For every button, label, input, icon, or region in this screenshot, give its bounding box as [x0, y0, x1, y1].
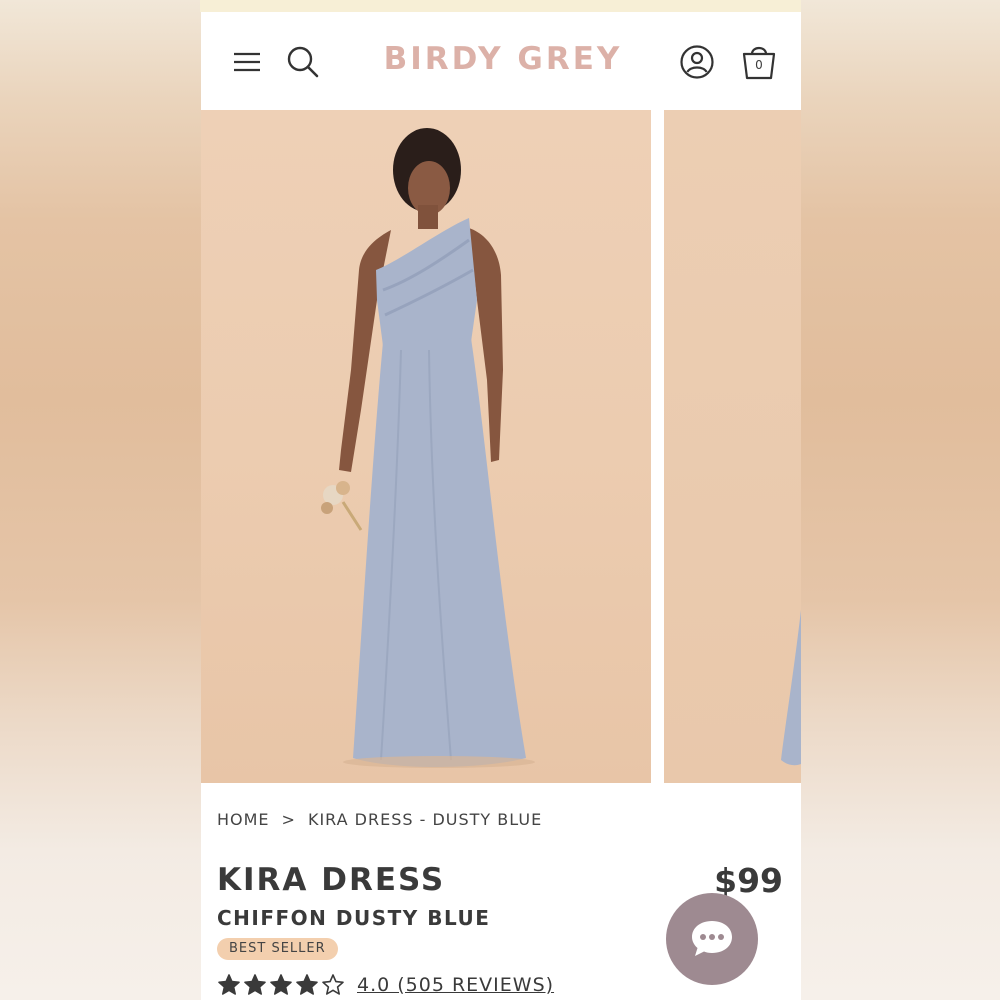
product-photo-main[interactable]: [201, 110, 651, 783]
cart-count: 0: [755, 58, 763, 72]
star-filled-icon: [296, 974, 318, 995]
best-seller-badge: BEST SELLER: [217, 938, 338, 960]
product-gallery[interactable]: [201, 110, 801, 783]
breadcrumb: HOME > KIRA DRESS - DUSTY BLUE: [217, 810, 542, 829]
product-photo-next[interactable]: [664, 110, 801, 783]
search-icon[interactable]: [285, 44, 321, 80]
breadcrumb-home[interactable]: HOME: [217, 810, 270, 829]
product-title: KIRA DRESS: [217, 862, 446, 898]
product-subtitle: CHIFFON DUSTY BLUE: [217, 906, 491, 930]
menu-icon[interactable]: [231, 46, 263, 78]
reviews-link[interactable]: 4.0 (505 REVIEWS): [357, 974, 554, 996]
site-header: BIRDY GREY 0: [201, 12, 801, 110]
breadcrumb-current: KIRA DRESS - DUSTY BLUE: [307, 810, 543, 829]
chat-bubble-icon: [692, 921, 732, 956]
top-strip: [200, 0, 801, 12]
star-filled-icon: [218, 974, 240, 995]
star-filled-icon: [244, 974, 266, 995]
breadcrumb-separator: >: [281, 810, 296, 829]
star-filled-icon: [270, 974, 292, 995]
brand-logo[interactable]: BIRDY GREY: [351, 41, 655, 77]
chat-button[interactable]: [666, 893, 758, 985]
star-empty-icon: [322, 974, 344, 995]
product-page: BIRDY GREY 0 HOME > KIRA DRESS - DUSTY B…: [201, 12, 801, 1000]
product-rating[interactable]: 4.0 (505 REVIEWS): [217, 970, 554, 1000]
account-icon[interactable]: [679, 44, 715, 80]
rating-stars: [217, 973, 345, 997]
